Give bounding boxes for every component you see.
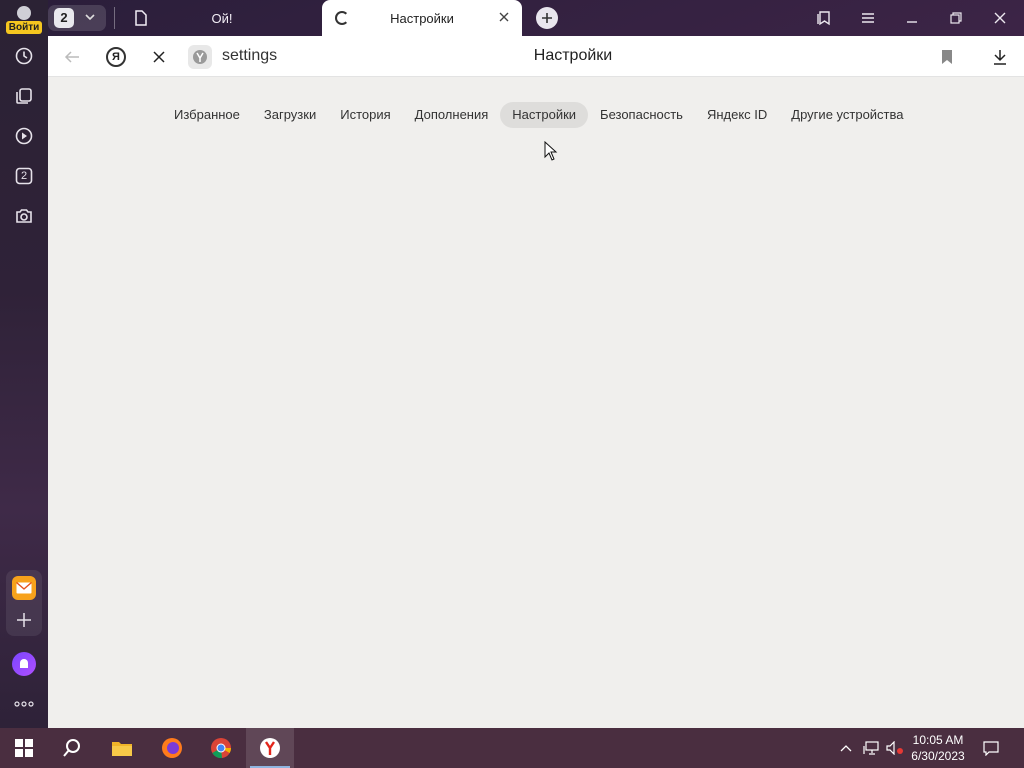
windows-taskbar: 10:05 AM 6/30/2023 <box>0 728 1024 768</box>
sidebar-apps-group <box>6 570 42 636</box>
yandex-browser-taskbar-icon[interactable] <box>246 728 294 768</box>
tab-count: 2 <box>54 8 74 28</box>
new-tab-plus-icon[interactable] <box>536 7 558 29</box>
notifications-icon[interactable] <box>980 728 1002 768</box>
nav-item-settings[interactable]: Настройки <box>500 102 589 128</box>
page-document-icon <box>134 10 148 31</box>
screenshot-camera-icon[interactable] <box>12 204 36 228</box>
stop-loading-icon[interactable] <box>148 46 170 68</box>
video-play-icon[interactable] <box>12 124 36 148</box>
nav-item-bookmarks[interactable]: Избранное <box>162 102 252 128</box>
collections-bookmark-icon[interactable] <box>812 8 836 28</box>
browser-sidebar: Войти 2 <box>0 0 48 728</box>
back-arrow-icon[interactable] <box>61 46 83 68</box>
mail-icon[interactable] <box>12 576 36 600</box>
chrome-icon[interactable] <box>197 728 245 768</box>
downloads-icon[interactable] <box>989 46 1011 68</box>
tab-title: Настройки <box>390 11 454 26</box>
nav-item-downloads[interactable]: Загрузки <box>252 102 328 128</box>
file-explorer-icon[interactable] <box>98 728 146 768</box>
settings-nav: Избранное Загрузки История Дополнения На… <box>162 102 916 128</box>
history-clock-icon[interactable] <box>12 44 36 68</box>
yandex-logo-icon: Я <box>106 47 126 67</box>
clock-time: 10:05 AM <box>912 733 964 747</box>
nav-item-security[interactable]: Безопасность <box>588 102 695 128</box>
mouse-pointer-icon <box>544 140 558 166</box>
tabs-dropdown-button[interactable]: 2 <box>48 5 106 31</box>
network-icon[interactable] <box>860 728 882 768</box>
tab-oops[interactable]: Ой! <box>128 0 320 36</box>
tabs-counter-value: 2 <box>20 170 28 182</box>
collections-icon[interactable] <box>12 84 36 108</box>
close-tab-icon[interactable] <box>498 10 510 28</box>
settings-page: Избранное Загрузки История Дополнения На… <box>48 77 1024 728</box>
tab-settings[interactable]: Настройки <box>322 0 522 37</box>
user-avatar-icon <box>17 6 31 20</box>
more-dots-icon[interactable] <box>12 696 36 712</box>
alice-assistant-icon[interactable] <box>12 652 36 676</box>
search-icon[interactable] <box>48 728 96 768</box>
minimize-icon[interactable] <box>900 8 924 28</box>
login-label: Войти <box>6 21 42 34</box>
add-app-plus-icon[interactable] <box>14 610 34 630</box>
taskbar-clock[interactable]: 10:05 AM 6/30/2023 <box>900 732 976 764</box>
tabs-counter-icon[interactable]: 2 <box>12 164 36 188</box>
windows-start-icon[interactable] <box>0 728 48 768</box>
tab-title: Ой! <box>211 11 233 26</box>
restore-window-icon[interactable] <box>944 8 968 28</box>
firefox-icon[interactable] <box>148 728 196 768</box>
address-toolbar: Я settings Настройки <box>48 36 1024 77</box>
profile-button[interactable]: Войти <box>6 4 42 34</box>
nav-item-history[interactable]: История <box>328 102 402 128</box>
address-bar-input[interactable]: settings <box>222 47 277 65</box>
tray-chevron-up-icon[interactable] <box>836 728 856 768</box>
close-window-icon[interactable] <box>988 8 1012 28</box>
yandex-home-button[interactable]: Я <box>105 46 127 68</box>
nav-item-other-devices[interactable]: Другие устройства <box>779 102 915 128</box>
site-info-icon[interactable] <box>188 45 212 69</box>
loading-spinner-icon <box>335 11 349 25</box>
nav-item-yandex-id[interactable]: Яндекс ID <box>695 102 779 128</box>
bookmark-icon[interactable] <box>936 46 958 68</box>
tab-separator <box>114 7 115 29</box>
chevron-down-icon <box>84 10 96 29</box>
menu-hamburger-icon[interactable] <box>856 8 880 28</box>
clock-date: 6/30/2023 <box>911 749 965 763</box>
nav-item-extensions[interactable]: Дополнения <box>403 102 501 128</box>
page-title: Настройки <box>533 47 613 64</box>
